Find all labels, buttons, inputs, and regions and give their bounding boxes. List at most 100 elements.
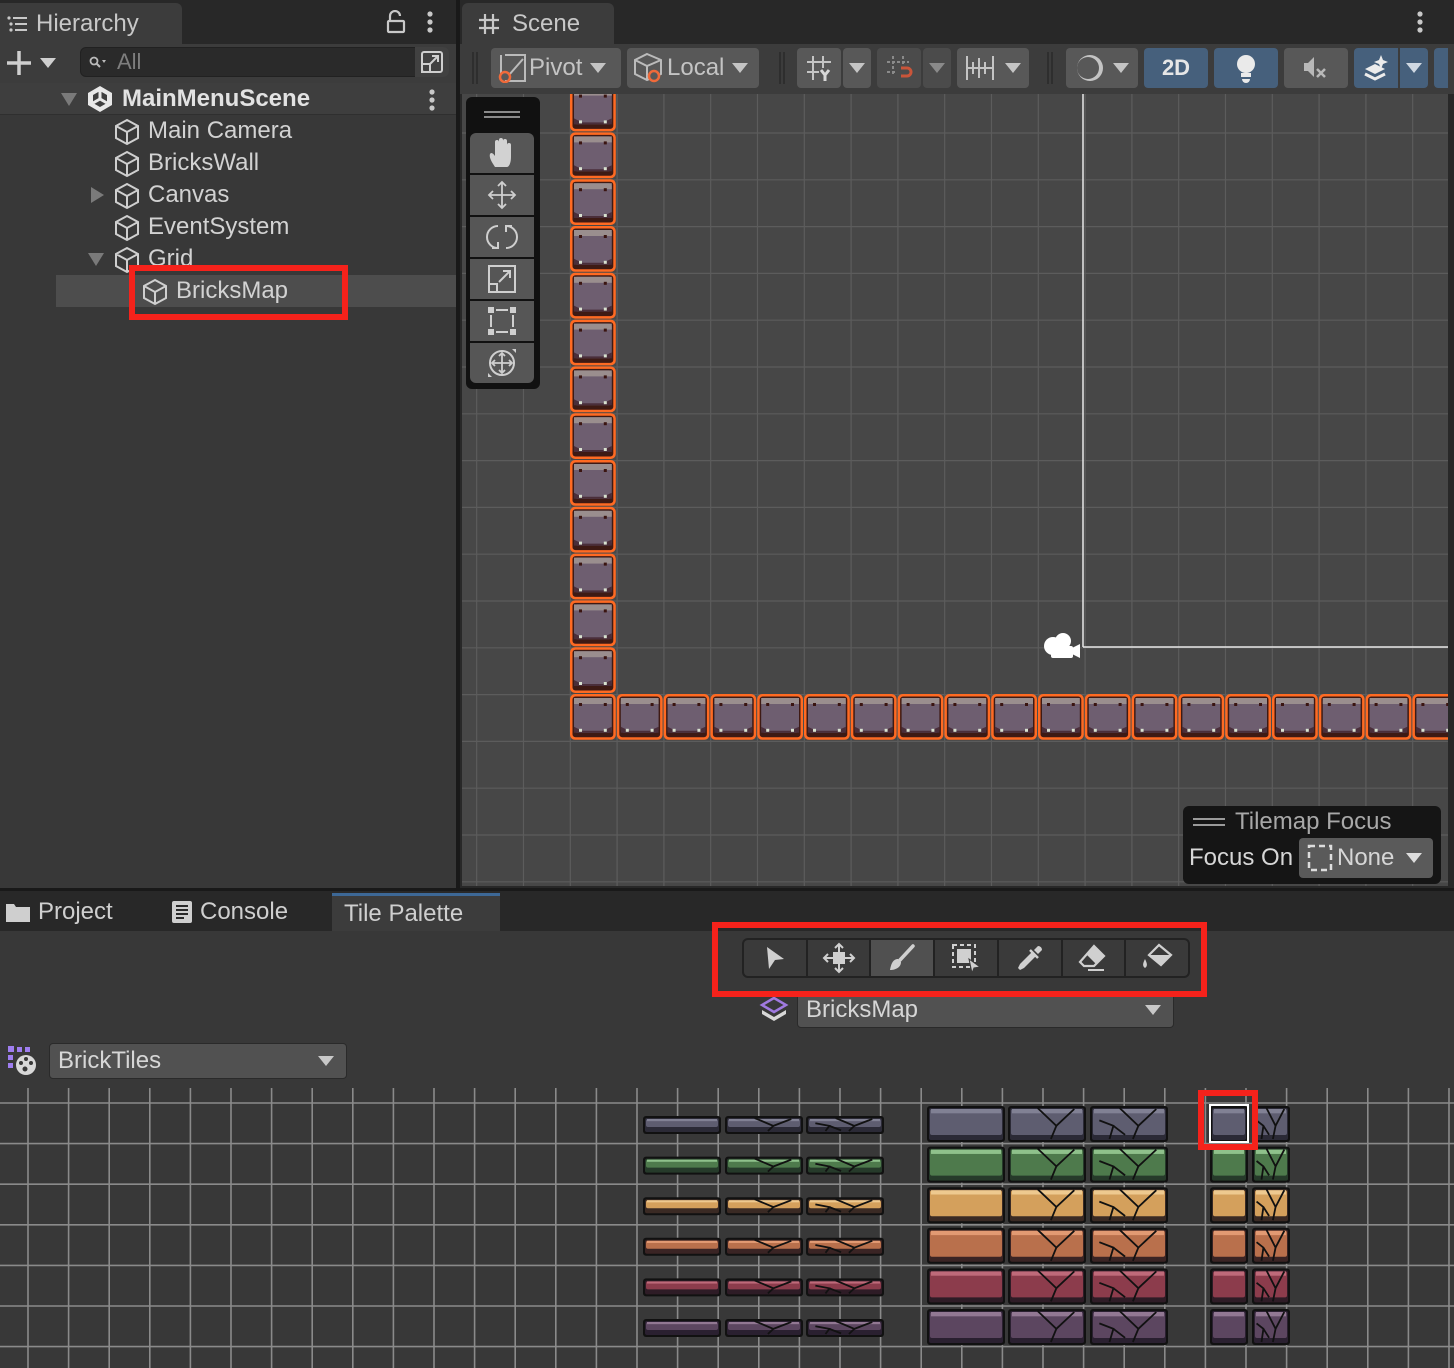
audio-toggle[interactable]: [1284, 48, 1348, 88]
palette-paint-tool[interactable]: [871, 940, 934, 976]
overflow-toolbar-button[interactable]: [1434, 48, 1448, 88]
effects-toggle[interactable]: [1354, 48, 1398, 88]
hierarchy-item[interactable]: Main Camera: [0, 115, 456, 147]
palette-tile-thin[interactable]: [725, 1237, 803, 1256]
palette-tile-small[interactable]: [1252, 1106, 1290, 1142]
palette-tile-large[interactable]: [1008, 1106, 1086, 1142]
create-button[interactable]: [6, 50, 56, 76]
move-tool-button[interactable]: [470, 175, 534, 215]
palette-tile-large[interactable]: [1008, 1309, 1086, 1345]
hierarchy-item[interactable]: Canvas: [0, 179, 456, 211]
transform-tool-button[interactable]: [470, 343, 534, 383]
active-tilemap-dropdown[interactable]: BricksMap: [797, 992, 1174, 1028]
palette-tile-thin[interactable]: [725, 1156, 803, 1175]
palette-tile-thin[interactable]: [725, 1319, 803, 1337]
palette-tile-thin[interactable]: [806, 1237, 884, 1256]
palette-tile-large[interactable]: [1090, 1309, 1168, 1345]
hierarchy-scene-row[interactable]: MainMenuScene: [0, 83, 456, 115]
palette-tile-large[interactable]: [1008, 1227, 1086, 1264]
search-options-button[interactable]: [415, 47, 449, 77]
palette-tile-large[interactable]: [927, 1268, 1005, 1305]
palette-tile-thin[interactable]: [643, 1116, 721, 1134]
palette-tile-thin[interactable]: [643, 1278, 721, 1297]
hierarchy-item[interactable]: Grid: [0, 243, 456, 275]
palette-select-tool[interactable]: [744, 940, 806, 976]
palette-tile-small[interactable]: [1252, 1309, 1290, 1345]
palette-grid-view[interactable]: [0, 1084, 1454, 1368]
palette-tile-large[interactable]: [1090, 1268, 1168, 1305]
effects-dropdown[interactable]: [1400, 48, 1428, 88]
palette-tile-large[interactable]: [1090, 1187, 1168, 1224]
rect-tool-button[interactable]: [470, 301, 534, 341]
palette-tile-large[interactable]: [927, 1187, 1005, 1224]
hierarchy-menu-icon[interactable]: [424, 10, 436, 34]
snap-dropdown[interactable]: [923, 48, 951, 88]
palette-erase-tool[interactable]: [1062, 940, 1125, 976]
space-dropdown[interactable]: Local: [627, 48, 759, 88]
palette-tile-thin[interactable]: [643, 1156, 721, 1175]
shading-mode-dropdown[interactable]: [1066, 48, 1138, 88]
palette-tile-large[interactable]: [1090, 1106, 1168, 1142]
focus-on-dropdown[interactable]: None: [1299, 838, 1433, 878]
palette-tile-small[interactable]: [1210, 1106, 1248, 1142]
palette-tile-large[interactable]: [927, 1106, 1005, 1142]
palette-move-tool[interactable]: [807, 940, 870, 976]
palette-tile-thin[interactable]: [725, 1116, 803, 1134]
palette-tile-large[interactable]: [1090, 1227, 1168, 1264]
palette-tile-thin[interactable]: [643, 1319, 721, 1337]
palette-tile-thin[interactable]: [806, 1197, 884, 1216]
tab-project[interactable]: Project: [6, 893, 113, 931]
tab-console[interactable]: Console: [172, 893, 288, 931]
tab-hierarchy[interactable]: Hierarchy: [0, 3, 182, 44]
scene-menu-icon[interactable]: [426, 88, 438, 112]
palette-tile-small[interactable]: [1252, 1227, 1290, 1264]
palette-tile-small[interactable]: [1210, 1309, 1248, 1345]
palette-tile-small[interactable]: [1210, 1146, 1248, 1183]
palette-tile-large[interactable]: [927, 1309, 1005, 1345]
foldout-expanded-icon[interactable]: [88, 253, 104, 266]
mode-2d-toggle[interactable]: 2D: [1144, 48, 1208, 88]
hierarchy-item[interactable]: EventSystem: [0, 211, 456, 243]
palette-box-fill-tool[interactable]: [935, 940, 997, 976]
palette-tile-large[interactable]: [1008, 1268, 1086, 1305]
palette-tile-thin[interactable]: [806, 1116, 884, 1134]
palette-tile-thin[interactable]: [725, 1197, 803, 1216]
scene-viewport[interactable]: [462, 94, 1448, 886]
hierarchy-search-input[interactable]: All: [80, 47, 449, 77]
palette-tile-large[interactable]: [927, 1227, 1005, 1264]
foldout-expanded-icon[interactable]: [61, 93, 77, 106]
palette-tile-small[interactable]: [1252, 1268, 1290, 1305]
palette-tile-thin[interactable]: [806, 1319, 884, 1337]
palette-tile-large[interactable]: [1008, 1187, 1086, 1224]
pivot-dropdown[interactable]: Pivot: [491, 48, 621, 88]
palette-tile-large[interactable]: [1090, 1146, 1168, 1183]
palette-dropdown[interactable]: BrickTiles: [49, 1043, 347, 1079]
palette-picker-tool[interactable]: [998, 940, 1061, 976]
palette-tile-small[interactable]: [1210, 1268, 1248, 1305]
scale-tool-button[interactable]: [470, 259, 534, 299]
overlay-grip[interactable]: [1193, 818, 1225, 820]
palette-tile-large[interactable]: [1008, 1146, 1086, 1183]
scene-menu-icon[interactable]: [1414, 10, 1426, 34]
palette-fill-tool[interactable]: [1126, 940, 1189, 976]
palette-tile-thin[interactable]: [806, 1278, 884, 1297]
grid-dropdown[interactable]: [843, 48, 871, 88]
palette-tile-small[interactable]: [1210, 1227, 1248, 1264]
tab-scene[interactable]: Scene: [462, 3, 614, 44]
increment-snap-button[interactable]: [957, 48, 1029, 88]
palette-tile-thin[interactable]: [725, 1278, 803, 1297]
hand-tool-button[interactable]: [470, 133, 534, 173]
overlay-grip[interactable]: [484, 111, 520, 113]
palette-tile-small[interactable]: [1252, 1146, 1290, 1183]
rotate-tool-button[interactable]: [470, 217, 534, 257]
palette-tile-large[interactable]: [927, 1146, 1005, 1183]
grid-snap-button[interactable]: [797, 48, 841, 88]
foldout-collapsed-icon[interactable]: [91, 187, 104, 203]
toolbar-grip[interactable]: [472, 52, 474, 84]
hierarchy-item[interactable]: BricksMap: [56, 275, 456, 307]
palette-tile-thin[interactable]: [643, 1197, 721, 1216]
hierarchy-item[interactable]: BricksWall: [0, 147, 456, 179]
palette-tile-thin[interactable]: [643, 1237, 721, 1256]
palette-tile-thin[interactable]: [806, 1156, 884, 1175]
snap-increment-button[interactable]: [877, 48, 921, 88]
